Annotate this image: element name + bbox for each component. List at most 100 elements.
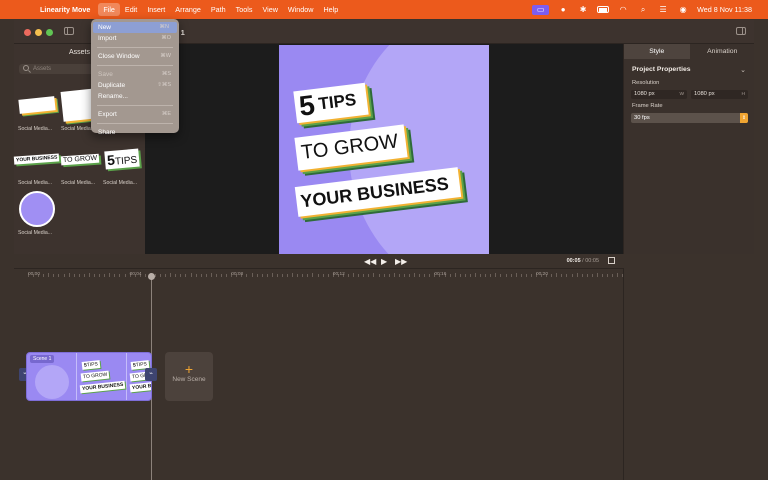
close-window-button[interactable]	[24, 29, 31, 36]
extension-icon[interactable]: ✱	[577, 5, 589, 14]
ruler-tick	[312, 273, 314, 277]
ruler-tick	[464, 274, 466, 277]
frame-rate-select[interactable]: 30 fps ⇕	[631, 113, 748, 123]
ruler-tick	[409, 274, 410, 277]
tab-animation[interactable]: Animation	[690, 44, 756, 59]
ruler-tick	[94, 274, 96, 277]
ruler-tick	[403, 274, 405, 277]
clock[interactable]: Wed 8 Nov 11:38	[697, 5, 752, 14]
shortcut: ⌘N	[159, 24, 169, 30]
asset-thumbnail: YOUR BUSINESS	[14, 140, 60, 178]
asset-thumbnail	[18, 86, 56, 124]
ruler-tick	[495, 273, 497, 277]
ruler-tick	[78, 274, 80, 277]
minimize-window-button[interactable]	[35, 29, 42, 36]
ruler-tick	[353, 273, 355, 277]
time-ruler[interactable]: 00:00 00:04 00:08 00:12 00:16 00:20	[14, 269, 634, 281]
ruler-tick	[53, 274, 55, 277]
control-center-icon[interactable]: ☰	[657, 5, 669, 14]
ruler-tick	[266, 274, 268, 277]
ruler-tick	[73, 274, 75, 277]
resolution-label: Resolution	[632, 80, 660, 86]
screen-share-icon[interactable]: ▭	[532, 4, 550, 15]
ruler-tick	[43, 274, 45, 277]
menu-arrange[interactable]: Arrange	[170, 3, 206, 16]
rewind-icon[interactable]: ◀◀	[364, 257, 376, 266]
five-tips-word: TIPS	[114, 154, 138, 168]
inspector-panel: Style Animation Project Properties ⌄ Res…	[623, 44, 754, 254]
scene-right-handle[interactable]: ⌁	[145, 368, 157, 381]
menu-item-share[interactable]: Share	[91, 127, 179, 138]
ruler-tick	[165, 274, 167, 277]
ruler-tick	[119, 274, 121, 277]
ruler-label: 00:16	[434, 272, 447, 277]
ruler-tick	[292, 273, 294, 277]
ruler-tick	[617, 273, 619, 277]
right-sidebar-toggle-icon[interactable]	[736, 27, 746, 35]
wifi-icon[interactable]: ◠	[617, 5, 629, 14]
fast-forward-icon[interactable]: ▶▶	[395, 257, 407, 266]
shortcut: ⇧⌘S	[157, 82, 171, 88]
playback-bar: ◀◀ ▶ ▶▶ 00:05 / 00:05	[145, 254, 623, 268]
ruler-tick	[383, 274, 385, 277]
menu-path[interactable]: Path	[206, 3, 231, 16]
ruler-tick	[144, 274, 146, 277]
app-menu[interactable]: Linearity Move	[40, 5, 90, 14]
ruler-tick	[510, 274, 512, 277]
menu-item-export[interactable]: Export ⌘E	[91, 109, 179, 120]
chevron-down-icon[interactable]: ⌄	[740, 66, 746, 74]
ruler-tick	[368, 274, 370, 277]
ruler-tick	[327, 274, 329, 277]
ruler-tick	[429, 274, 431, 277]
inspector-tabs: Style Animation	[624, 44, 755, 59]
ruler-tick	[414, 273, 416, 277]
battery-icon[interactable]	[597, 6, 610, 13]
menu-tools[interactable]: Tools	[231, 3, 258, 16]
menu-item-import-label: Import	[98, 35, 117, 42]
menu-help[interactable]: Help	[318, 3, 343, 16]
ruler-tick	[83, 274, 85, 277]
current-time: 00:05	[566, 258, 581, 264]
menu-item-save[interactable]: Save ⌘S	[91, 69, 179, 80]
menu-item-import[interactable]: Import ⌘O	[91, 33, 179, 44]
zoom-window-button[interactable]	[46, 29, 53, 36]
menu-file[interactable]: File	[98, 3, 120, 16]
canvas-stage[interactable]: 5 TIPS TO GROW YOUR BUSINESS	[145, 44, 623, 254]
height-field[interactable]: 1080 px H	[691, 90, 748, 99]
scene-clip[interactable]: 5TIPS TO GROW YOUR BUSINESS 5TIPS TO GRO…	[26, 352, 152, 401]
menu-view[interactable]: View	[257, 3, 282, 16]
ruler-tick	[459, 274, 461, 277]
menu-separator	[97, 105, 173, 106]
asset-thumbnail: 5TIPS	[103, 140, 141, 178]
left-sidebar-toggle-icon[interactable]	[64, 27, 74, 35]
project-properties-heading[interactable]: Project Properties	[632, 66, 691, 73]
menu-item-rename[interactable]: Rename...	[91, 91, 179, 102]
play-icon[interactable]: ▶	[381, 257, 387, 266]
ruler-tick	[322, 274, 324, 277]
ruler-tick	[48, 273, 50, 277]
search-icon[interactable]: ⌕	[637, 5, 649, 14]
ruler-tick	[302, 274, 304, 277]
ruler-tick	[155, 274, 156, 277]
menu-item-close-window[interactable]: Close Window ⌘W	[91, 51, 179, 62]
menu-insert[interactable]: Insert	[142, 3, 170, 16]
ruler-tick	[221, 274, 223, 277]
artboard[interactable]: 5 TIPS TO GROW YOUR BUSINESS	[279, 45, 489, 254]
new-scene-button[interactable]: + New Scene	[165, 352, 213, 401]
width-field[interactable]: 1080 px W	[631, 90, 687, 99]
tab-style[interactable]: Style	[624, 44, 690, 59]
menu-edit[interactable]: Edit	[120, 3, 142, 16]
record-icon[interactable]: ●	[557, 5, 569, 14]
menu-item-export-label: Export	[98, 111, 117, 118]
asset-thumbnail	[18, 190, 56, 228]
menu-window[interactable]: Window	[283, 3, 319, 16]
circle-shape	[35, 365, 69, 399]
ruler-label: 00:12	[332, 272, 345, 277]
menu-item-new[interactable]: New ⌘N	[93, 22, 177, 33]
ruler-tick	[271, 273, 273, 277]
siri-icon[interactable]: ◉	[677, 5, 689, 14]
ruler-tick	[160, 274, 162, 277]
menu-item-duplicate[interactable]: Duplicate ⇧⌘S	[91, 80, 179, 91]
ruler-tick	[58, 274, 60, 277]
fullscreen-icon[interactable]	[608, 257, 615, 264]
